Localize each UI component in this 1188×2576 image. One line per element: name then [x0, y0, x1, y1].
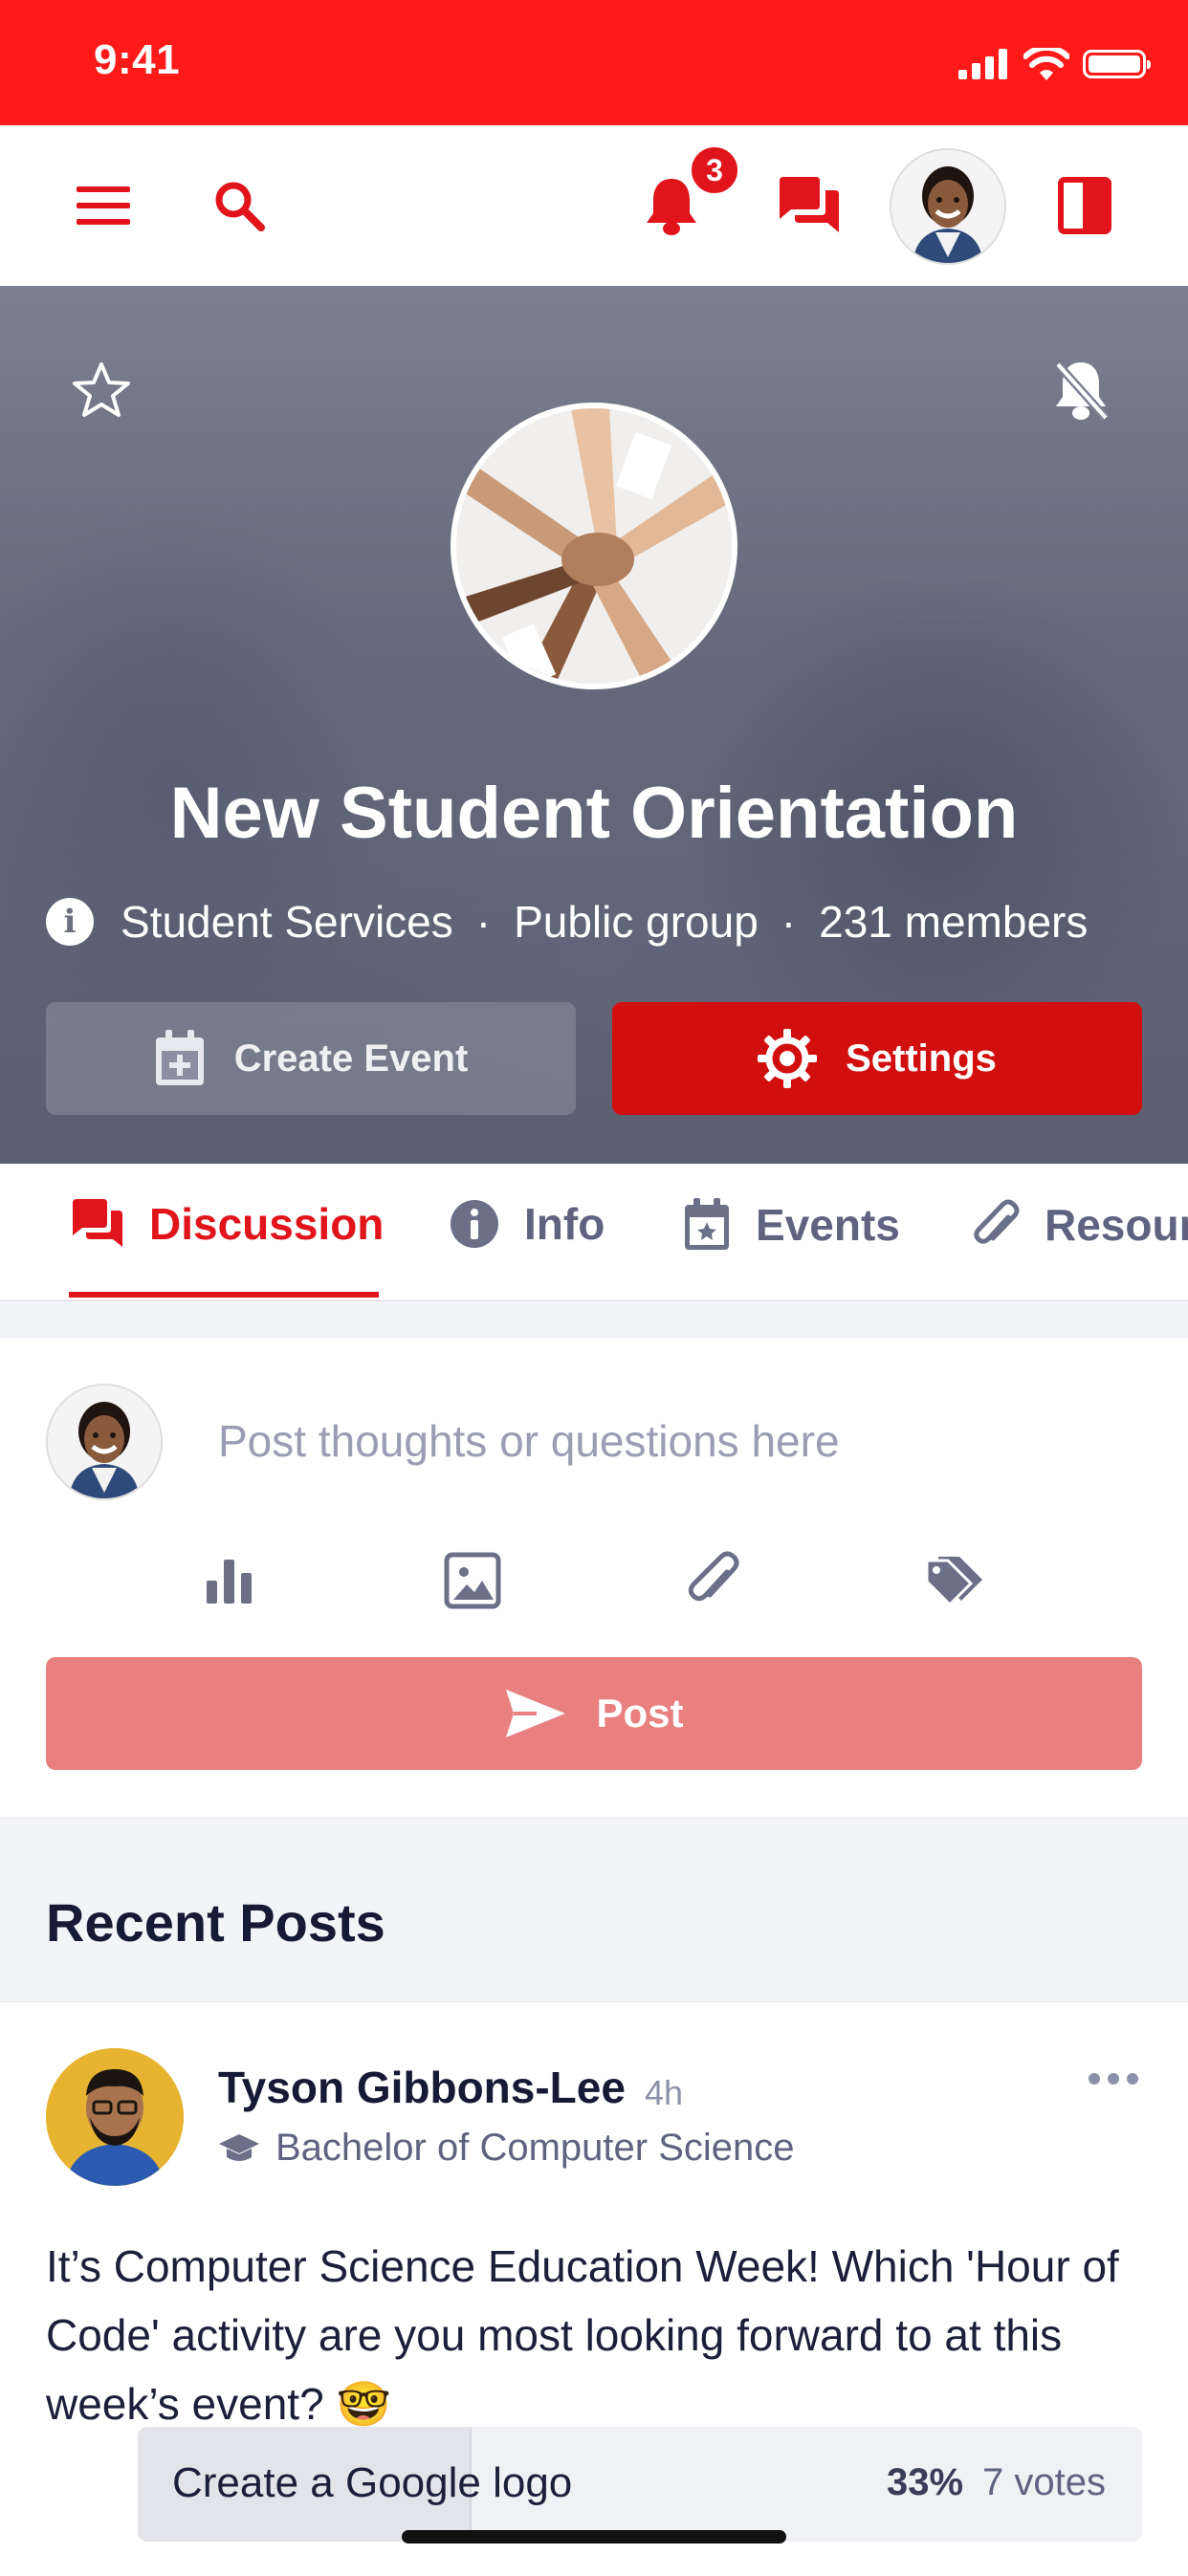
- tag-icon: [925, 1557, 982, 1606]
- calendar-icon: [685, 1198, 729, 1250]
- post-button-label: Post: [596, 1691, 684, 1736]
- tab-info[interactable]: Info: [450, 1198, 605, 1250]
- star-icon: [73, 362, 130, 417]
- author-name[interactable]: Tyson Gibbons-Lee: [218, 2062, 626, 2113]
- tab-label: Resources: [1045, 1200, 1188, 1250]
- search-icon: [215, 182, 265, 231]
- side-panel-icon: [1058, 177, 1111, 234]
- group-tabs: Discussion Info Events Resources: [0, 1164, 1188, 1301]
- bell-icon: [647, 179, 696, 235]
- tab-resources[interactable]: Resources: [972, 1198, 1188, 1252]
- group-member-count: 231 members: [819, 897, 1089, 947]
- menu-button[interactable]: [65, 167, 142, 244]
- group-meta: i Student Services · Public group · 231 …: [46, 896, 1088, 948]
- poll-option-stats: 33% 7 votes: [887, 2461, 1106, 2504]
- tab-events[interactable]: Events: [683, 1198, 900, 1252]
- battery-icon: [1083, 50, 1151, 78]
- hands-together-image: [456, 408, 732, 684]
- settings-button[interactable]: Settings: [612, 1002, 1142, 1115]
- toggle-panel-button[interactable]: [1046, 167, 1123, 244]
- chat-icon: [73, 1199, 122, 1247]
- status-bar: 9:41: [0, 0, 1188, 125]
- tab-label: Info: [524, 1199, 605, 1249]
- post-timestamp: 4h: [645, 2073, 684, 2112]
- user-avatar-image: [891, 150, 1004, 263]
- send-icon: [506, 1690, 566, 1737]
- author-photo: [46, 2048, 184, 2186]
- active-tab-indicator: [69, 1292, 379, 1298]
- messages-button[interactable]: [771, 167, 847, 244]
- home-indicator: [402, 2530, 786, 2543]
- post-options-button[interactable]: [1075, 2060, 1152, 2098]
- info-icon[interactable]: i: [46, 898, 94, 946]
- composer-avatar: [46, 1384, 163, 1500]
- meta-separator: ·: [475, 897, 492, 947]
- graduation-cap-icon: [219, 2133, 259, 2161]
- dot: [1108, 2073, 1119, 2085]
- create-event-button[interactable]: Create Event: [46, 1002, 576, 1115]
- post-button[interactable]: Post: [46, 1657, 1142, 1770]
- section-title: Recent Posts: [46, 1892, 385, 1953]
- attachment-icon: [688, 1551, 739, 1602]
- poll-option-label: Create a Google logo: [172, 2459, 573, 2506]
- poll-icon: [207, 1560, 252, 1604]
- paperclip-icon: [974, 1199, 1020, 1244]
- settings-label: Settings: [846, 1037, 997, 1080]
- author-program: Bachelor of Computer Science: [218, 2127, 795, 2170]
- chat-bubbles-icon: [780, 177, 839, 232]
- author-avatar[interactable]: [46, 2048, 184, 2186]
- group-title: New Student Orientation: [169, 773, 1019, 854]
- meta-separator: ·: [781, 897, 797, 947]
- wifi-icon: [1023, 48, 1069, 80]
- poll-votes: 7 votes: [982, 2461, 1106, 2503]
- add-poll-button[interactable]: [191, 1542, 268, 1619]
- add-attachment-button[interactable]: [675, 1542, 752, 1619]
- group-header: New Student Orientation i Student Servic…: [0, 286, 1188, 1164]
- status-icons: [958, 48, 1151, 80]
- add-image-button[interactable]: [434, 1542, 511, 1619]
- search-button[interactable]: [201, 167, 277, 244]
- post-text-input[interactable]: [218, 1412, 1079, 1470]
- calendar-plus-icon: [155, 1030, 204, 1085]
- profile-avatar-button[interactable]: [890, 148, 1006, 265]
- group-privacy: Public group: [514, 897, 759, 947]
- create-event-label: Create Event: [233, 1037, 469, 1080]
- add-tag-button[interactable]: [918, 1542, 995, 1619]
- tab-label: Discussion: [149, 1199, 385, 1249]
- image-icon: [444, 1552, 501, 1609]
- dot: [1127, 2073, 1138, 2085]
- tab-discussion[interactable]: Discussion: [71, 1198, 384, 1250]
- bell-off-icon: [1054, 361, 1110, 421]
- gear-icon: [758, 1029, 818, 1088]
- group-avatar: [451, 403, 737, 689]
- poll-percent: 33%: [886, 2461, 964, 2503]
- top-nav-bar: 3: [0, 125, 1188, 286]
- notification-badge: 3: [689, 144, 740, 196]
- status-time: 9:41: [94, 36, 181, 83]
- favorite-button[interactable]: [71, 360, 132, 425]
- post-composer: Post: [0, 1337, 1188, 1819]
- user-avatar-image: [48, 1386, 161, 1498]
- info-icon: [451, 1200, 498, 1248]
- program-label: Bachelor of Computer Science: [275, 2127, 795, 2169]
- mute-notifications-button[interactable]: [1052, 359, 1110, 426]
- hamburger-menu-icon: [77, 186, 130, 225]
- group-department: Student Services: [121, 897, 453, 947]
- dot: [1089, 2073, 1100, 2085]
- tab-label: Events: [756, 1200, 900, 1250]
- cellular-signal-icon: [958, 49, 1007, 79]
- poll-option[interactable]: Create a Google logo 33% 7 votes: [138, 2427, 1142, 2542]
- post-body: It’s Computer Science Education Week! Wh…: [46, 2241, 1119, 2429]
